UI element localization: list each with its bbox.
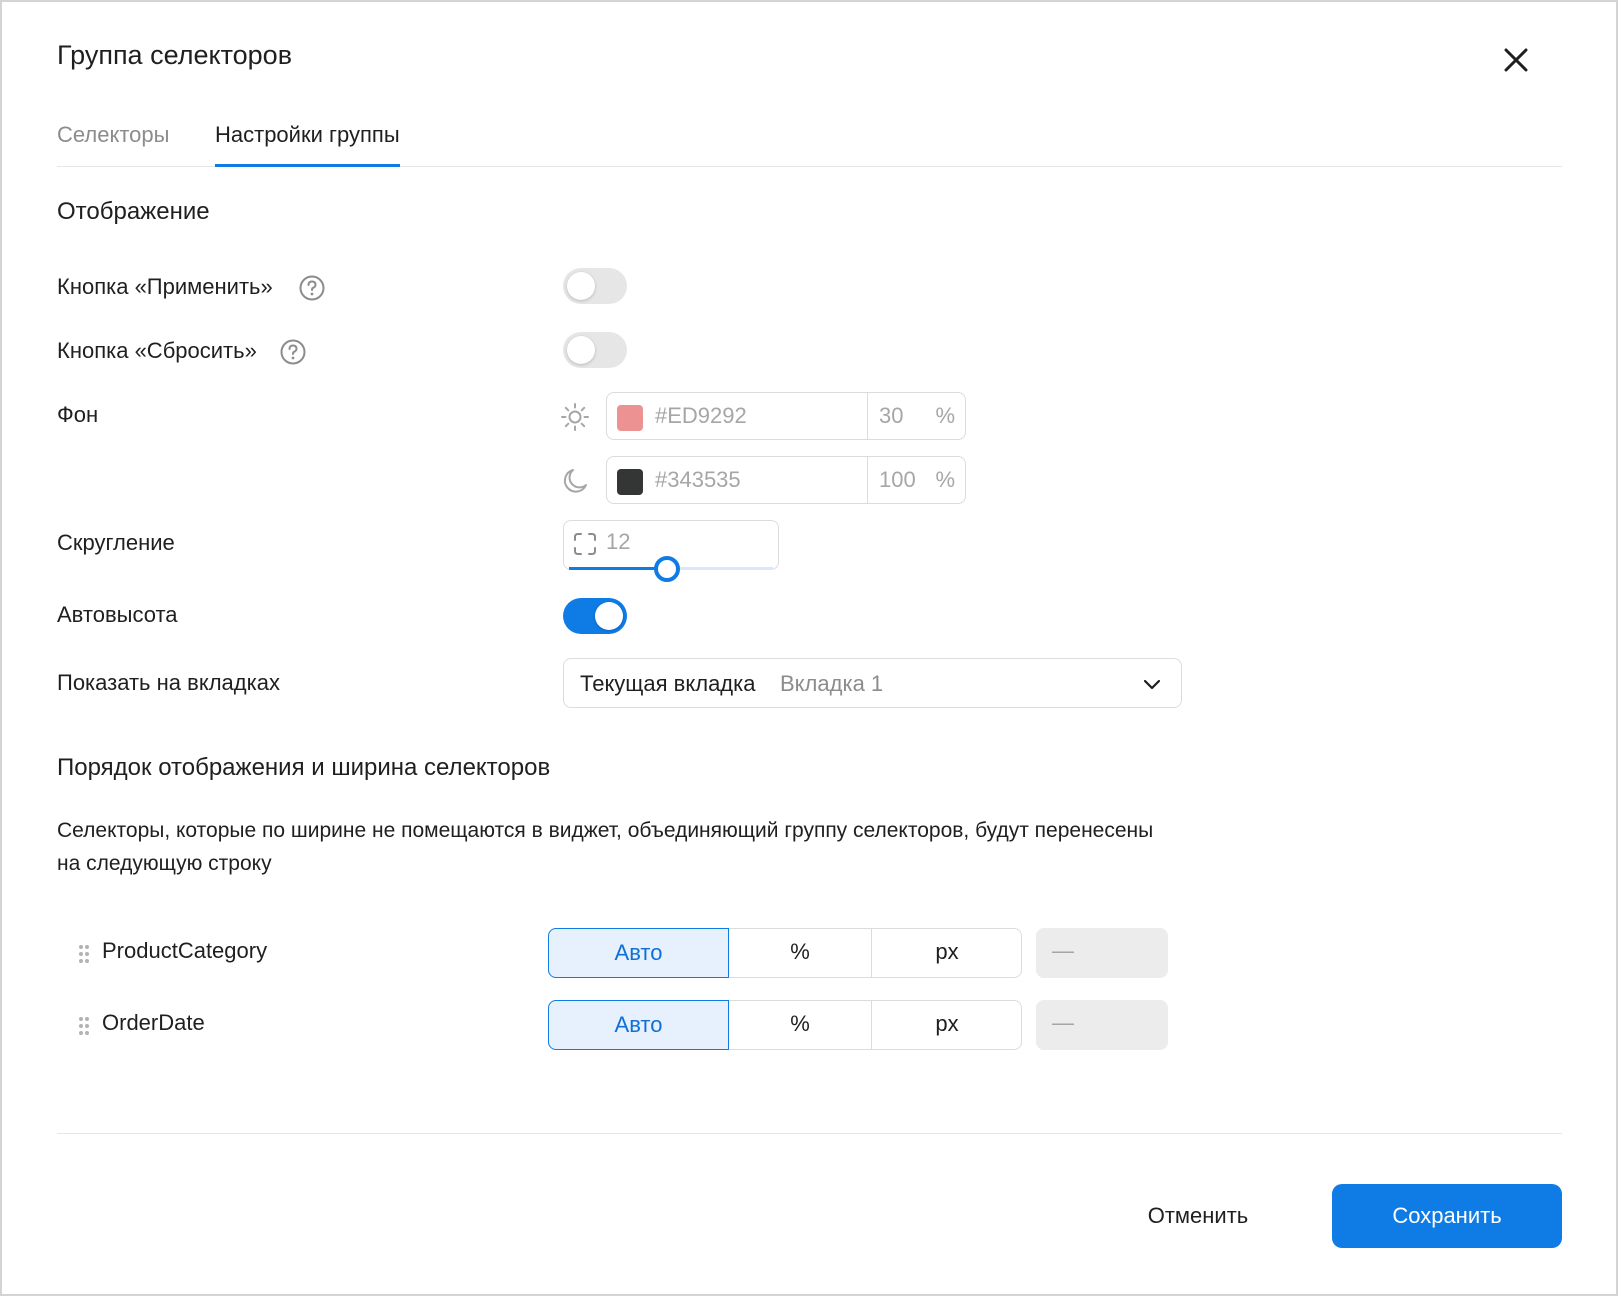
- drag-handle-icon[interactable]: [78, 1016, 90, 1036]
- show-on-tabs-select[interactable]: Текущая вкладка Вкладка 1: [563, 658, 1182, 708]
- light-color-swatch[interactable]: [617, 405, 643, 431]
- tab-selectors[interactable]: Селекторы: [57, 122, 169, 166]
- dark-hex-input[interactable]: #343535: [655, 467, 741, 493]
- selector-name: OrderDate: [102, 1010, 205, 1035]
- toggle-knob: [567, 336, 595, 364]
- footer-divider: [57, 1133, 1562, 1134]
- rounding-label: Скругление: [57, 530, 175, 555]
- percent-unit: %: [935, 403, 955, 428]
- apply-button-toggle[interactable]: [563, 268, 627, 304]
- width-mode-percent[interactable]: %: [729, 1000, 872, 1050]
- chevron-down-icon: [1143, 679, 1161, 690]
- close-button[interactable]: [1496, 40, 1536, 80]
- order-description: Селекторы, которые по ширине не помещают…: [57, 819, 1154, 875]
- rounding-value: 12: [606, 529, 631, 554]
- width-mode-segmented-control: Авто % px: [548, 1000, 1022, 1050]
- toggle-knob: [567, 272, 595, 300]
- reset-button-label: Кнопка «Сбросить»: [57, 338, 257, 364]
- corner-radius-icon: [574, 533, 596, 555]
- order-section-title: Порядок отображения и ширина селекторов: [57, 754, 551, 781]
- background-label: Фон: [57, 402, 99, 427]
- width-mode-px[interactable]: px: [872, 1000, 1022, 1050]
- help-icon[interactable]: [279, 338, 307, 366]
- width-value-input: —: [1036, 1000, 1168, 1050]
- cancel-button[interactable]: Отменить: [1122, 1184, 1274, 1248]
- tab-bar: Селекторы Настройки группы: [57, 114, 1562, 167]
- tab-label: Селекторы: [57, 122, 170, 147]
- apply-button-label-text: Кнопка «Применить»: [57, 274, 273, 299]
- display-section-title: Отображение: [57, 198, 210, 225]
- light-opacity-input[interactable]: 30: [879, 403, 903, 429]
- tab-label: Настройки группы: [215, 122, 400, 147]
- toggle-knob: [595, 602, 623, 630]
- auto-height-toggle[interactable]: [563, 598, 627, 634]
- reset-button-toggle[interactable]: [563, 332, 627, 368]
- active-tab-indicator: [215, 164, 400, 167]
- selector-group-dialog: Группа селекторов Селекторы Настройки гр…: [0, 0, 1618, 1296]
- select-value: Вкладка 1: [780, 671, 884, 696]
- moon-icon: [563, 469, 587, 493]
- dark-background-color-field[interactable]: #343535 100 %: [606, 456, 966, 504]
- light-background-color-field[interactable]: #ED9292 30 %: [606, 392, 966, 440]
- show-on-tabs-label: Показать на вкладках: [57, 670, 280, 695]
- light-hex-input[interactable]: #ED9292: [655, 403, 747, 429]
- auto-height-label: Автовысота: [57, 602, 178, 627]
- sun-icon: [561, 403, 589, 431]
- apply-button-label: Кнопка «Применить»: [57, 274, 273, 300]
- help-icon[interactable]: [298, 274, 326, 302]
- width-mode-px[interactable]: px: [872, 928, 1022, 978]
- field-divider: [867, 457, 868, 503]
- save-button[interactable]: Сохранить: [1332, 1184, 1562, 1248]
- rounding-slider[interactable]: [569, 556, 773, 582]
- slider-fill: [569, 567, 667, 570]
- drag-handle-icon[interactable]: [78, 944, 90, 964]
- field-divider: [867, 393, 868, 439]
- slider-thumb[interactable]: [654, 556, 680, 582]
- selector-name: ProductCategory: [102, 938, 268, 963]
- select-label: Текущая вкладка: [580, 671, 756, 696]
- reset-button-label-text: Кнопка «Сбросить»: [57, 338, 257, 363]
- width-value-input: —: [1036, 928, 1168, 978]
- dark-color-swatch[interactable]: [617, 469, 643, 495]
- width-mode-segmented-control: Авто % px: [548, 928, 1022, 978]
- percent-unit: %: [935, 467, 955, 492]
- tab-group-settings[interactable]: Настройки группы: [215, 122, 400, 167]
- width-mode-auto[interactable]: Авто: [548, 928, 729, 978]
- dialog-title: Группа селекторов: [57, 40, 293, 70]
- close-icon: [1504, 48, 1528, 72]
- width-mode-auto[interactable]: Авто: [548, 1000, 729, 1050]
- width-mode-percent[interactable]: %: [729, 928, 872, 978]
- dark-opacity-input[interactable]: 100: [879, 467, 916, 493]
